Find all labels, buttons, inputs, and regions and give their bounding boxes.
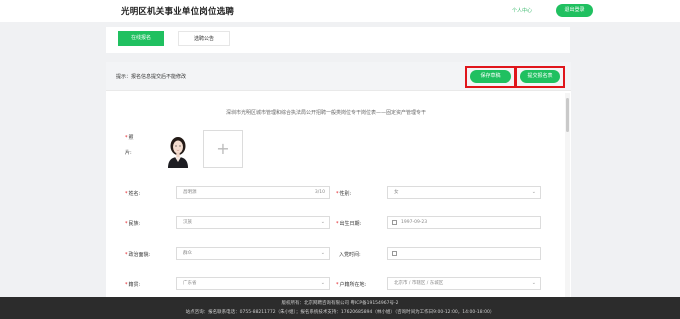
party-join-date-label: 入党时间: — [339, 252, 361, 258]
ethnicity-select[interactable]: 汉族 ⌄ — [176, 216, 330, 229]
user-center-link[interactable]: 个人中心 — [512, 7, 532, 14]
logout-button[interactable]: 退出登录 — [556, 4, 593, 17]
photo-label: *照 — [125, 135, 134, 141]
position-title: 深圳市光明区城市管理和综合执法局公开招聘一般类岗位专干岗位表——固定资产管理专干 — [226, 110, 427, 116]
household-location-cascader[interactable]: 北京市 / 市辖区 / 东城区 ⌄ — [387, 277, 541, 290]
name-char-counter: 3/10 — [314, 190, 325, 195]
calendar-icon — [392, 220, 397, 225]
political-status-select[interactable]: 群众 ⌄ — [176, 247, 330, 260]
chevron-down-icon: ⌄ — [320, 219, 325, 225]
gender-select[interactable]: 女 ⌄ — [387, 186, 541, 199]
add-photo-button[interactable]: + — [203, 130, 243, 168]
form-hint: 提示：报名信息提交后不能修改 — [116, 74, 187, 80]
tab-recruitment-notice[interactable]: 选聘公告 — [178, 31, 230, 46]
birth-date-picker[interactable]: 1997-09-23 — [387, 216, 541, 229]
chevron-down-icon: ⌄ — [531, 189, 536, 195]
footer-contact: 站点咨询：报名联系电话：0755-88211772（朱小姐）；报名系统技术支持：… — [185, 310, 495, 315]
plus-icon: + — [216, 139, 230, 158]
name-label: *姓名: — [125, 191, 141, 197]
top-header: 光明区机关事业单位岗位选聘 个人中心 退出登录 — [0, 0, 680, 22]
chevron-down-icon: ⌄ — [320, 250, 325, 256]
party-join-date-picker[interactable] — [387, 247, 541, 260]
footer-copyright: 版权所有：北京网聘咨询有限公司 粤ICP备19154967号-2 — [281, 301, 399, 306]
tab-online-registration[interactable]: 在线报名 — [118, 31, 164, 46]
site-footer: 版权所有：北京网聘咨询有限公司 粤ICP备19154967号-2 站点咨询：报名… — [0, 297, 680, 319]
chevron-down-icon: ⌄ — [531, 280, 536, 286]
highlight-frame-save — [465, 66, 516, 88]
birth-date-label: *出生日期: — [336, 221, 362, 227]
scrollbar-thumb[interactable] — [566, 98, 569, 132]
native-place-label: *籍贯: — [125, 282, 141, 288]
tab-bar: 在线报名 选聘公告 — [106, 27, 570, 53]
name-input[interactable]: 昌明源 3/10 — [176, 186, 330, 199]
registration-form: 提示：报名信息提交后不能修改 保存草稿 提交报名表 深圳市光明区城市管理和综合执… — [106, 62, 571, 297]
highlight-frame-submit — [515, 66, 565, 88]
applicant-photo — [158, 132, 198, 168]
household-location-label: *户籍所在地: — [336, 282, 367, 288]
political-status-label: *政治面貌: — [125, 252, 151, 258]
native-place-select[interactable]: 广东省 ⌄ — [176, 277, 330, 290]
gender-label: *性别: — [336, 191, 352, 197]
chevron-down-icon: ⌄ — [320, 280, 325, 286]
ethnicity-label: *民族: — [125, 221, 141, 227]
site-title: 光明区机关事业单位岗位选聘 — [121, 7, 235, 17]
photo-label-suffix: 片: — [125, 150, 132, 156]
calendar-icon — [392, 251, 397, 256]
form-toolbar: 提示：报名信息提交后不能修改 保存草稿 提交报名表 — [106, 62, 571, 91]
